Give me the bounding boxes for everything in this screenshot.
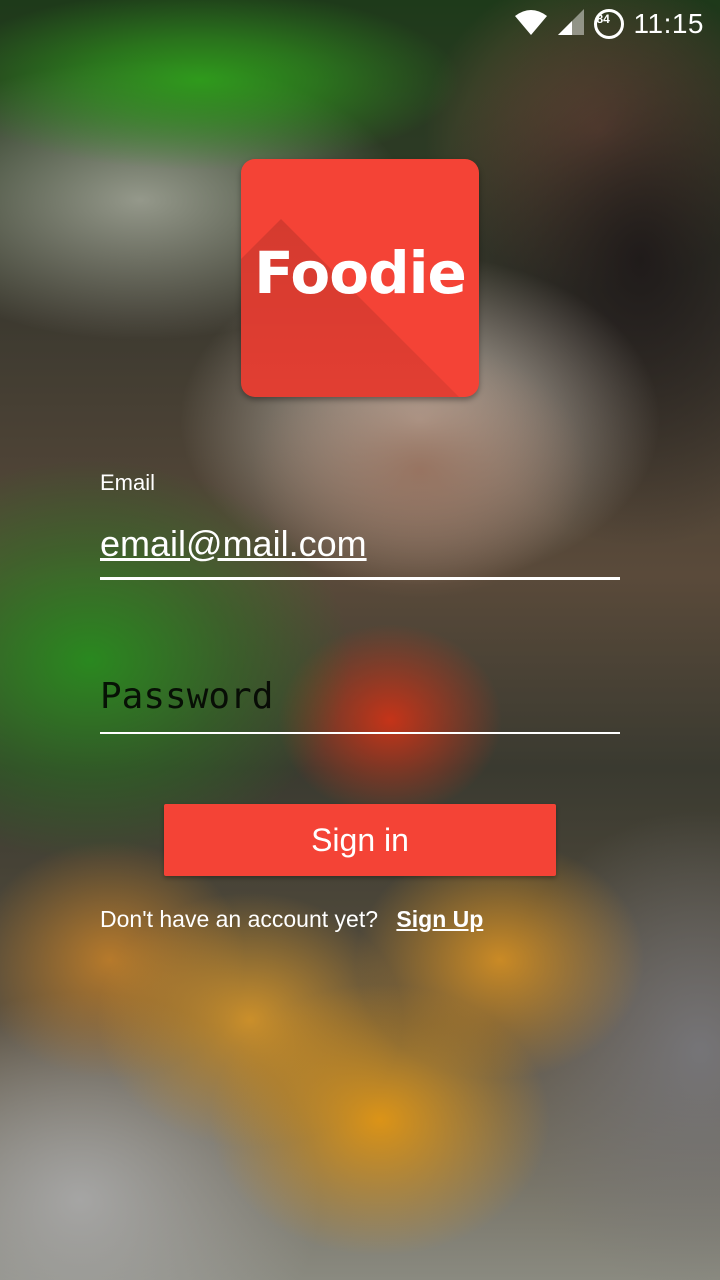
clock: 11:15	[633, 8, 704, 39]
battery-level: 84	[596, 12, 610, 26]
email-label: Email	[100, 470, 156, 495]
password-field[interactable]	[100, 660, 620, 734]
email-field[interactable]	[100, 510, 620, 580]
wifi-icon	[514, 8, 548, 41]
sign-in-button[interactable]: Sign in	[164, 804, 556, 876]
logo-text: Foodie	[254, 239, 467, 307]
login-screen: 84 11:15 Foodie Email Sign in Don't have…	[0, 0, 720, 1280]
cell-signal-icon	[556, 8, 586, 41]
status-bar: 84 11:15	[0, 0, 720, 48]
app-logo: Foodie	[241, 159, 479, 397]
sign-up-link[interactable]: Sign Up	[396, 906, 483, 932]
signup-prompt: Don't have an account yet?	[100, 906, 379, 932]
battery-icon: 84	[593, 9, 624, 39]
signup-row: Don't have an account yet? Sign Up	[100, 906, 483, 933]
